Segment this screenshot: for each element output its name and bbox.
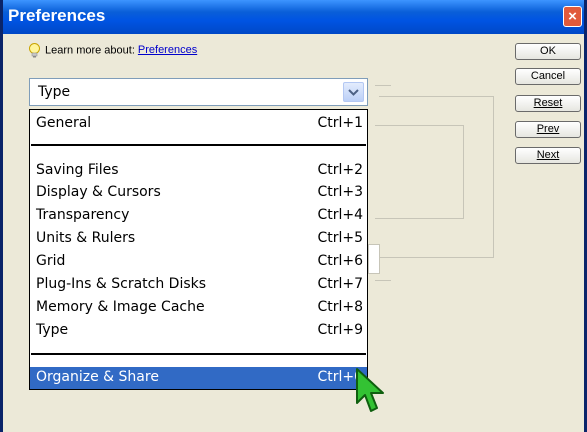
menu-item-display-cursors[interactable]: Display & Cursors Ctrl+3	[30, 182, 367, 204]
menu-item-label: Saving Files	[36, 162, 119, 178]
menu-item-transparency[interactable]: Transparency Ctrl+4	[30, 205, 367, 227]
title-bar[interactable]: Preferences ×	[3, 0, 584, 34]
menu-item-memory-image-cache[interactable]: Memory & Image Cache Ctrl+8	[30, 297, 367, 319]
menu-item-label: Display & Cursors	[36, 184, 161, 200]
group-box-inner	[375, 125, 464, 219]
next-button[interactable]: Next	[515, 147, 581, 164]
mouse-pointer-icon	[356, 368, 384, 412]
menu-item-general[interactable]: General Ctrl+1	[30, 113, 367, 135]
menu-item-shortcut: Ctrl+9	[317, 322, 363, 338]
group-box-edge	[375, 85, 391, 86]
menu-item-saving-files[interactable]: Saving Files Ctrl+2	[30, 160, 367, 182]
help-link[interactable]: Preferences	[138, 44, 197, 56]
close-icon: ×	[568, 8, 577, 25]
menu-item-shortcut: Ctrl+8	[317, 299, 363, 315]
menu-item-label: Transparency	[36, 207, 130, 223]
close-button[interactable]: ×	[563, 6, 582, 27]
menu-item-shortcut: Ctrl+1	[317, 115, 363, 131]
menu-item-shortcut: Ctrl+4	[317, 207, 363, 223]
category-select[interactable]: Type	[29, 78, 368, 106]
help-prefix: Learn more about:	[45, 44, 135, 57]
menu-item-plugins-scratch-disks[interactable]: Plug-Ins & Scratch Disks Ctrl+7	[30, 274, 367, 296]
menu-item-shortcut: Ctrl+6	[317, 253, 363, 269]
hidden-field-edge	[368, 244, 380, 274]
menu-item-shortcut: Ctrl+3	[317, 184, 363, 200]
reset-button[interactable]: Reset	[515, 95, 581, 112]
lightbulb-icon	[29, 43, 40, 58]
menu-item-grid[interactable]: Grid Ctrl+6	[30, 251, 367, 273]
category-dropdown-list[interactable]: General Ctrl+1 Saving Files Ctrl+2 Displ…	[29, 109, 368, 390]
menu-item-type[interactable]: Type Ctrl+9	[30, 320, 367, 342]
menu-item-label: Memory & Image Cache	[36, 299, 205, 315]
menu-separator	[31, 353, 366, 355]
menu-item-units-rulers[interactable]: Units & Rulers Ctrl+5	[30, 228, 367, 250]
chevron-down-icon[interactable]	[343, 82, 364, 102]
help-line: Learn more about: Preferences	[28, 43, 197, 58]
menu-item-label: Grid	[36, 253, 66, 269]
group-box-edge-2	[375, 280, 391, 281]
cancel-button[interactable]: Cancel	[515, 68, 581, 85]
menu-item-organize-share[interactable]: Organize & Share Ctrl+0	[30, 367, 367, 389]
category-select-value: Type	[38, 84, 71, 100]
menu-separator	[31, 144, 366, 146]
menu-item-shortcut: Ctrl+5	[317, 230, 363, 246]
menu-item-label: General	[36, 115, 92, 131]
ok-button[interactable]: OK	[515, 43, 581, 60]
menu-item-shortcut: Ctrl+7	[317, 276, 363, 292]
menu-item-shortcut: Ctrl+2	[317, 162, 363, 178]
menu-item-label: Units & Rulers	[36, 230, 136, 246]
preferences-dialog: Preferences × Learn more about: Preferenc…	[0, 0, 587, 432]
dialog-title: Preferences	[8, 6, 106, 25]
menu-item-label: Organize & Share	[36, 369, 159, 385]
menu-item-label: Plug-Ins & Scratch Disks	[36, 276, 207, 292]
menu-item-label: Type	[36, 322, 69, 338]
prev-button[interactable]: Prev	[515, 121, 581, 138]
